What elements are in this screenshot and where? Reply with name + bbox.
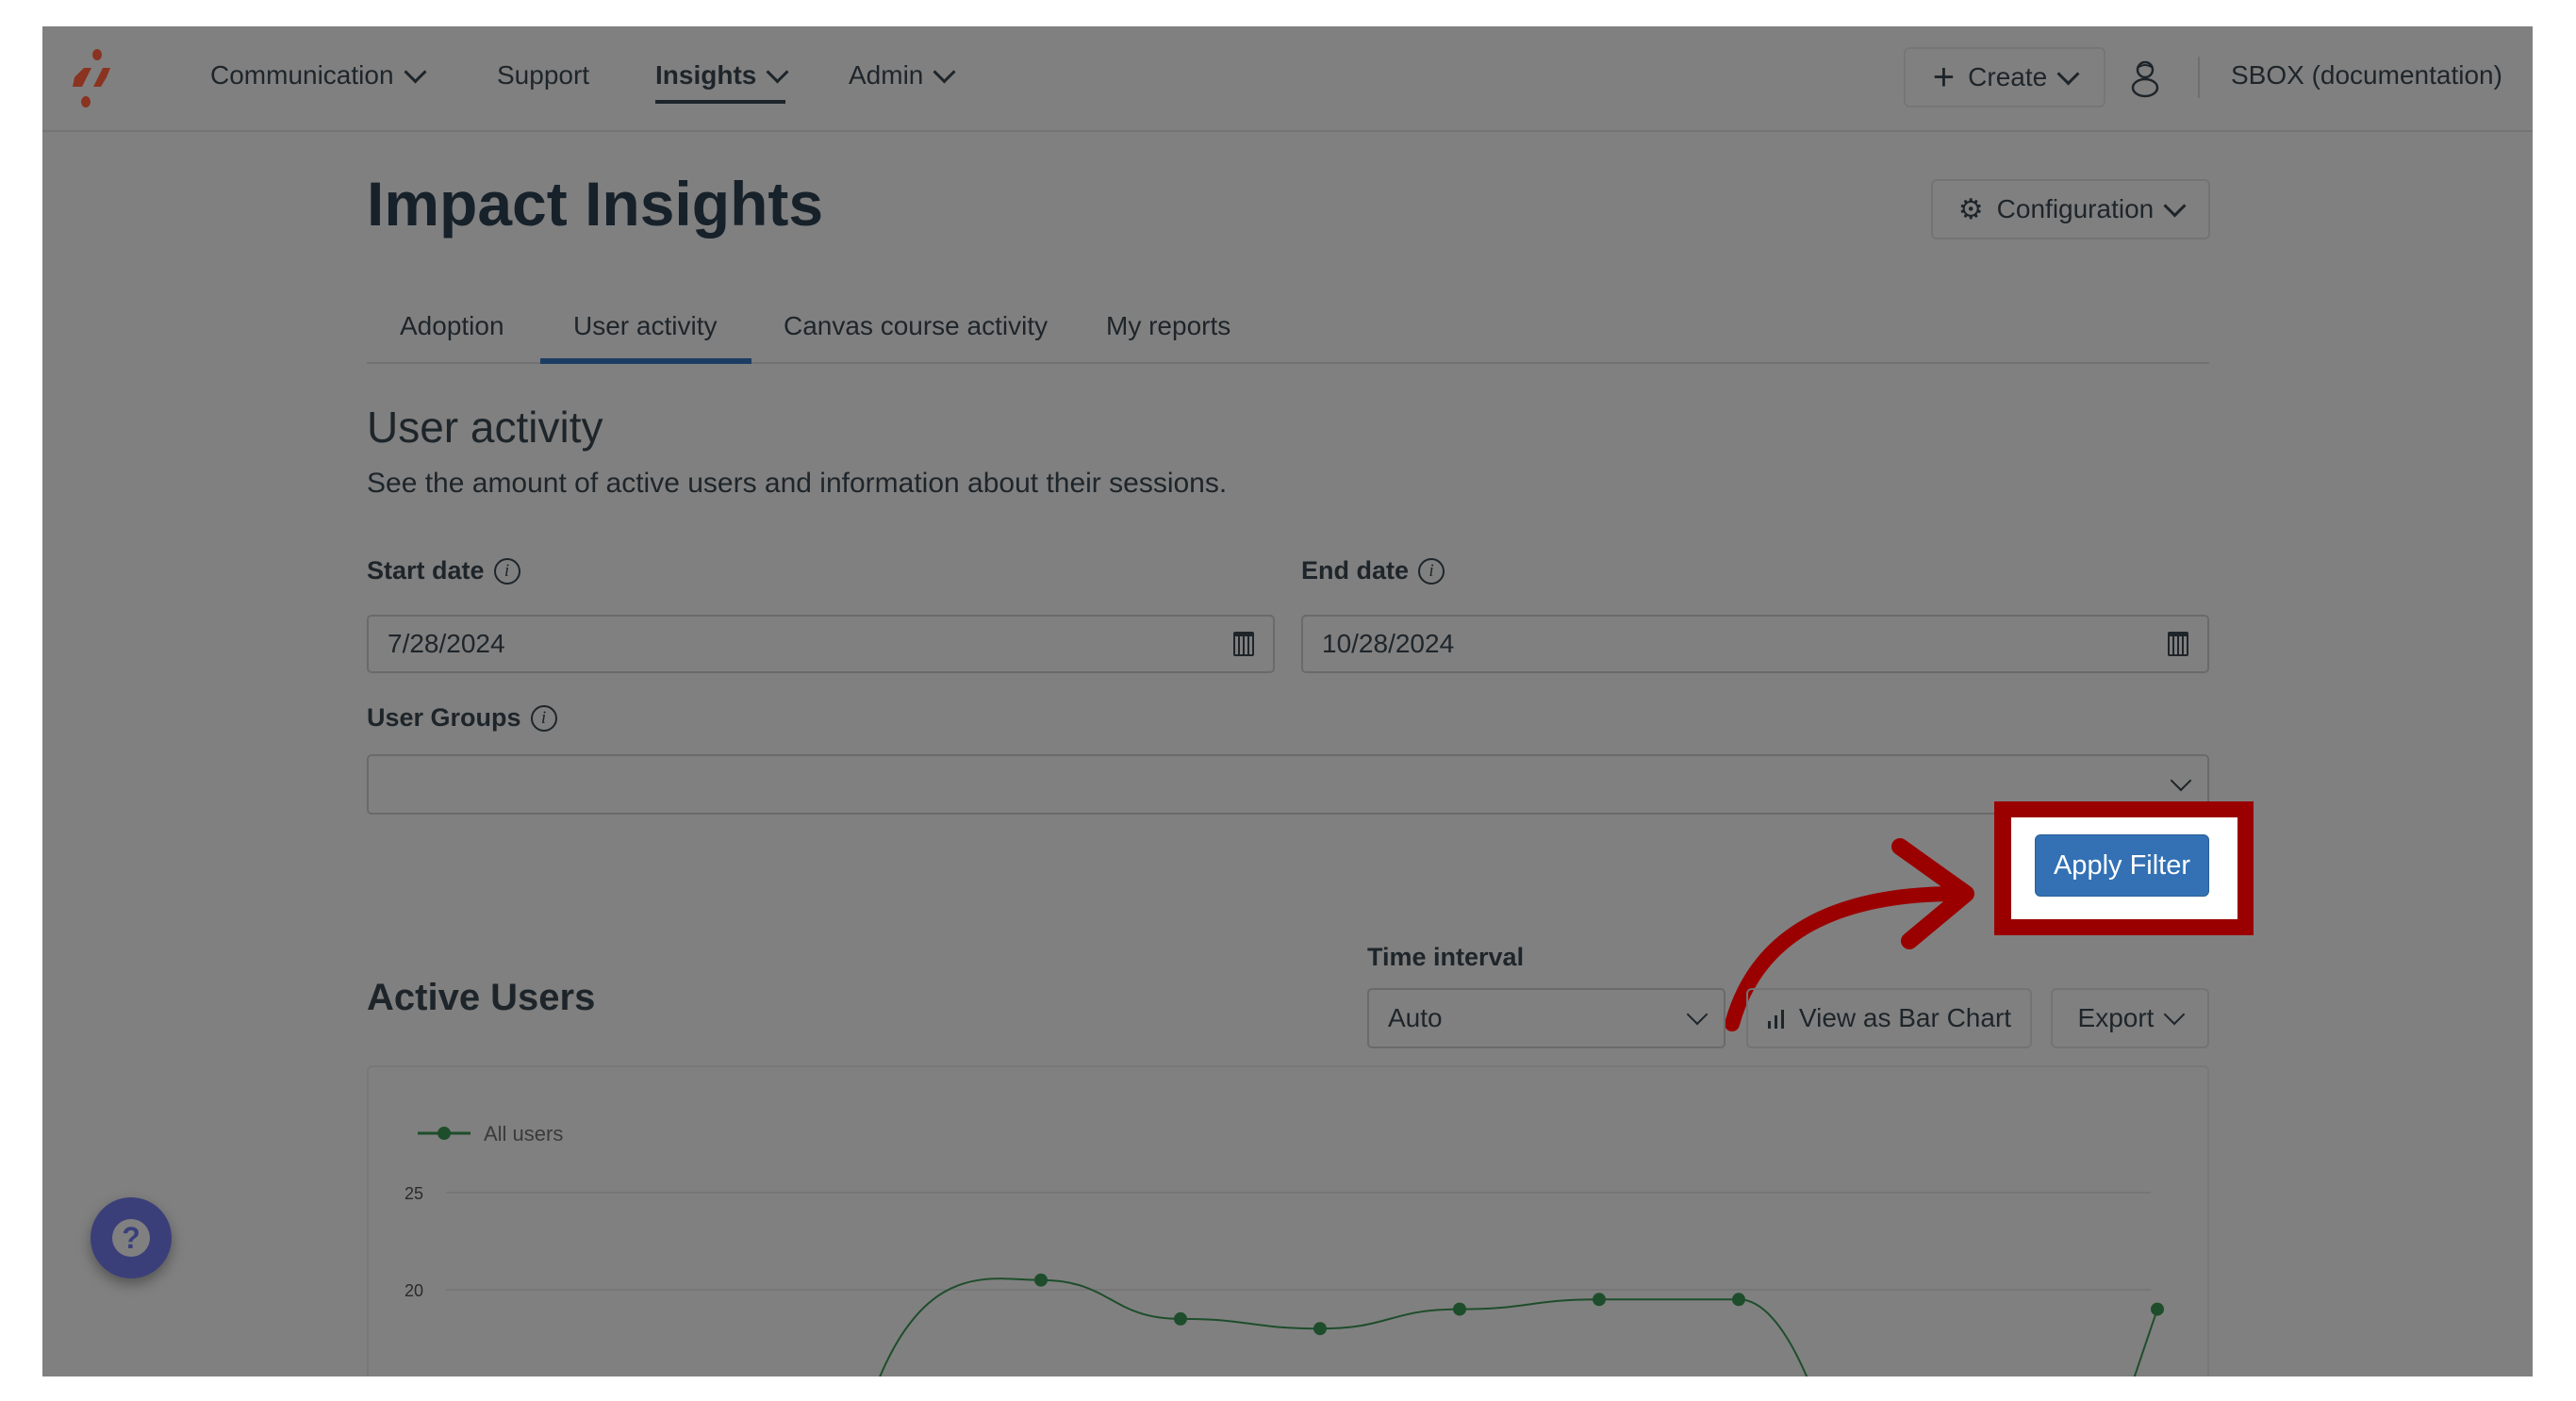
chart-legend[interactable]: All users: [418, 1122, 563, 1146]
calendar-icon[interactable]: [1233, 632, 1254, 656]
y-tick-label: 20: [405, 1281, 423, 1300]
chevron-down-icon: [2056, 61, 2080, 86]
nav-communication[interactable]: Communication: [210, 59, 427, 91]
start-date-label: Start date i: [367, 556, 520, 585]
nav-insights[interactable]: Insights: [655, 59, 789, 104]
data-point[interactable]: [1453, 1302, 1466, 1316]
calendar-icon[interactable]: [2168, 632, 2188, 656]
end-date-input[interactable]: 10/28/2024: [1301, 615, 2209, 673]
data-point[interactable]: [1313, 1322, 1327, 1336]
series-line-segment: [2133, 1309, 2158, 1376]
start-date-input[interactable]: 7/28/2024: [367, 615, 1275, 673]
legend-marker: [438, 1127, 451, 1140]
info-icon[interactable]: i: [493, 557, 520, 585]
end-date-label-text: End date: [1301, 556, 1410, 585]
time-interval-value: Auto: [1388, 1003, 1443, 1032]
end-date-value: 10/28/2024: [1322, 629, 1455, 658]
info-icon[interactable]: i: [1418, 557, 1445, 585]
nav-support[interactable]: Support: [497, 60, 589, 91]
export-label: Export: [2077, 1003, 2155, 1032]
series-line-all-users: [879, 1277, 1808, 1376]
active-users-chart-card: All users 20 25: [367, 1065, 2209, 1376]
chevron-down-icon: [1686, 1003, 1709, 1026]
page-title: Impact Insights: [367, 169, 824, 239]
top-nav: Communication Support Insights Admin + C…: [42, 26, 2533, 132]
time-interval-select[interactable]: Auto: [1367, 988, 1726, 1048]
create-label: Create: [1968, 62, 2048, 91]
info-icon[interactable]: i: [530, 704, 557, 732]
configuration-label: Configuration: [1996, 194, 2155, 223]
create-button[interactable]: + Create: [1904, 47, 2105, 107]
active-tab-indicator: [540, 358, 751, 364]
nav-communication-label: Communication: [210, 60, 394, 90]
end-date-label: End date i: [1301, 556, 1445, 585]
bar-chart-label: View as Bar Chart: [1798, 1003, 2012, 1032]
plus-icon: +: [1932, 57, 1956, 98]
user-groups-label-text: User Groups: [367, 703, 521, 732]
user-icon[interactable]: [2129, 58, 2161, 98]
chevron-down-icon: [404, 59, 427, 84]
app-window: Communication Support Insights Admin + C…: [42, 26, 2533, 1376]
time-interval-label-text: Time interval: [1367, 943, 1525, 971]
nav-support-label: Support: [497, 60, 590, 90]
tab-user-activity[interactable]: User activity: [573, 311, 717, 341]
nav-admin-label: Admin: [849, 60, 924, 90]
start-date-value: 7/28/2024: [388, 629, 505, 658]
active-users-heading: Active Users: [367, 977, 596, 1018]
bar-chart-icon: [1767, 1010, 1784, 1029]
data-point[interactable]: [1174, 1311, 1187, 1326]
data-point[interactable]: [1593, 1293, 1606, 1307]
tab-my-reports[interactable]: My reports: [1106, 311, 1230, 341]
nav-admin[interactable]: Admin: [849, 59, 956, 91]
y-tick-label: 25: [405, 1184, 423, 1203]
apply-filter-button[interactable]: Apply Filter: [2035, 834, 2209, 897]
data-point[interactable]: [1732, 1293, 1745, 1307]
user-groups-select[interactable]: [367, 754, 2209, 815]
section-heading: User activity: [367, 403, 603, 452]
chevron-down-icon: [933, 59, 956, 84]
brand-logo-icon[interactable]: [65, 47, 118, 109]
gear-icon: ⚙: [1957, 193, 1984, 225]
account-name[interactable]: SBOX (documentation): [2231, 60, 2502, 91]
data-point[interactable]: [1034, 1273, 1048, 1287]
nav-active-indicator: [655, 100, 786, 104]
active-users-chart: All users 20 25: [405, 1122, 2164, 1376]
tab-adoption[interactable]: Adoption: [400, 311, 504, 341]
help-button[interactable]: ?: [91, 1197, 172, 1278]
legend-label: All users: [484, 1122, 563, 1146]
data-point[interactable]: [2151, 1302, 2164, 1316]
time-interval-label: Time interval: [1367, 943, 1524, 972]
nav-divider: [2198, 57, 2200, 98]
chevron-down-icon: [766, 59, 789, 84]
nav-insights-label: Insights: [655, 60, 757, 90]
configuration-button[interactable]: ⚙ Configuration: [1931, 179, 2210, 239]
user-groups-label: User Groups i: [367, 703, 557, 733]
view-as-bar-chart-button[interactable]: View as Bar Chart: [1746, 988, 2032, 1048]
chevron-down-icon: [2170, 769, 2192, 792]
start-date-label-text: Start date: [367, 556, 485, 585]
tab-canvas-course-activity[interactable]: Canvas course activity: [784, 311, 1048, 341]
help-icon: ?: [112, 1219, 150, 1257]
chevron-down-icon: [2163, 193, 2187, 218]
export-button[interactable]: Export: [2051, 988, 2209, 1048]
section-description: See the amount of active users and infor…: [367, 468, 1228, 499]
chevron-down-icon: [2164, 1003, 2186, 1026]
